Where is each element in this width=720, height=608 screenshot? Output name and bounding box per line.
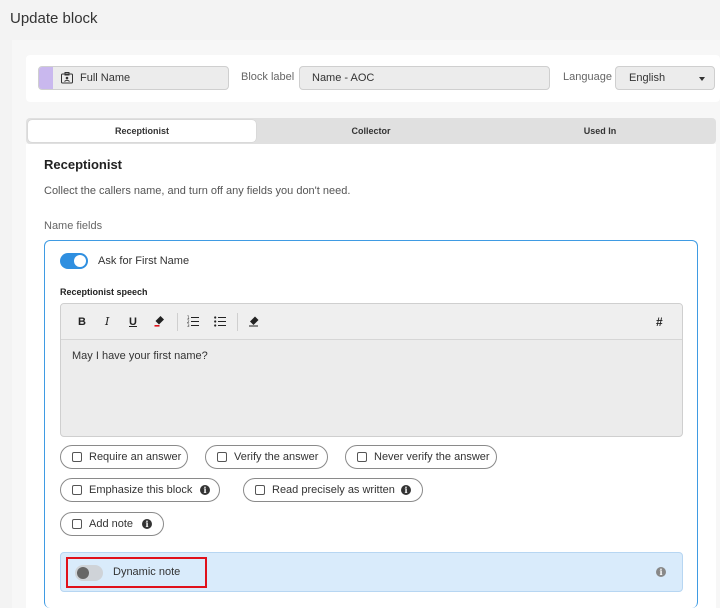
language-caption: Language bbox=[563, 71, 612, 83]
speech-editor: B I U 1 2 3 # May I have your first name… bbox=[60, 303, 683, 437]
eraser-icon[interactable] bbox=[248, 315, 260, 331]
block-type-accent bbox=[39, 67, 53, 89]
svg-text:3: 3 bbox=[187, 323, 190, 327]
checkbox[interactable] bbox=[72, 485, 82, 495]
never-verify-chip[interactable]: Never verify the answer bbox=[345, 445, 497, 469]
highlight-marker-icon[interactable] bbox=[154, 315, 165, 331]
underline-button[interactable]: U bbox=[129, 315, 137, 329]
chip-label: Read precisely as written bbox=[272, 484, 395, 496]
chip-label: Verify the answer bbox=[234, 451, 319, 463]
block-type-label: Full Name bbox=[80, 72, 131, 84]
page-title: Update block bbox=[10, 10, 98, 27]
name-fields-label: Name fields bbox=[44, 220, 103, 232]
tab-receptionist[interactable]: Receptionist bbox=[28, 120, 256, 142]
toolbar-divider bbox=[237, 313, 238, 331]
editor-toolbar: B I U 1 2 3 # bbox=[61, 304, 682, 340]
info-icon[interactable]: i bbox=[142, 519, 152, 529]
tab-bar: Receptionist Collector Used In bbox=[26, 118, 716, 144]
read-precisely-chip[interactable]: Read precisely as written i bbox=[243, 478, 423, 502]
bold-button[interactable]: B bbox=[78, 315, 86, 329]
block-label-input[interactable]: Name - AOC bbox=[299, 66, 550, 90]
chip-label: Emphasize this block bbox=[89, 484, 193, 496]
hash-variable-button[interactable]: # bbox=[656, 315, 663, 329]
receptionist-speech-label: Receptionist speech bbox=[60, 287, 148, 297]
ordered-list-icon[interactable]: 1 2 3 bbox=[187, 315, 199, 331]
speech-text[interactable]: May I have your first name? bbox=[72, 350, 208, 362]
section-title: Receptionist bbox=[44, 157, 123, 172]
chip-label: Require an answer bbox=[89, 451, 182, 463]
info-icon[interactable]: i bbox=[656, 567, 666, 577]
bullet-list-icon[interactable] bbox=[214, 315, 226, 331]
ask-first-name-toggle[interactable] bbox=[60, 253, 88, 269]
info-icon[interactable]: i bbox=[401, 485, 411, 495]
emphasize-block-chip[interactable]: Emphasize this block i bbox=[60, 478, 220, 502]
dynamic-note-highlight-box bbox=[66, 557, 207, 588]
language-value: English bbox=[629, 72, 666, 84]
id-card-icon bbox=[61, 72, 73, 87]
toggle-knob bbox=[74, 255, 86, 267]
ask-first-name-label: Ask for First Name bbox=[98, 255, 190, 267]
verify-answer-chip[interactable]: Verify the answer bbox=[205, 445, 328, 469]
section-description: Collect the callers name, and turn off a… bbox=[44, 185, 351, 197]
checkbox[interactable] bbox=[255, 485, 265, 495]
tab-collector[interactable]: Collector bbox=[257, 120, 485, 142]
block-label-caption: Block label bbox=[241, 71, 295, 83]
tab-used-in[interactable]: Used In bbox=[486, 120, 714, 142]
checkbox[interactable] bbox=[72, 519, 82, 529]
add-note-chip[interactable]: Add note i bbox=[60, 512, 164, 536]
italic-button[interactable]: I bbox=[105, 315, 109, 329]
checkbox[interactable] bbox=[217, 452, 227, 462]
checkbox[interactable] bbox=[72, 452, 82, 462]
toolbar-divider bbox=[177, 313, 178, 331]
require-answer-chip[interactable]: Require an answer bbox=[60, 445, 188, 469]
info-icon[interactable]: i bbox=[200, 485, 210, 495]
block-type-pill: Full Name bbox=[38, 66, 229, 90]
checkbox[interactable] bbox=[357, 452, 367, 462]
caret-down-icon bbox=[699, 77, 705, 81]
chip-label: Add note bbox=[89, 518, 134, 530]
language-select[interactable]: English bbox=[615, 66, 715, 90]
chip-label: Never verify the answer bbox=[374, 451, 490, 463]
